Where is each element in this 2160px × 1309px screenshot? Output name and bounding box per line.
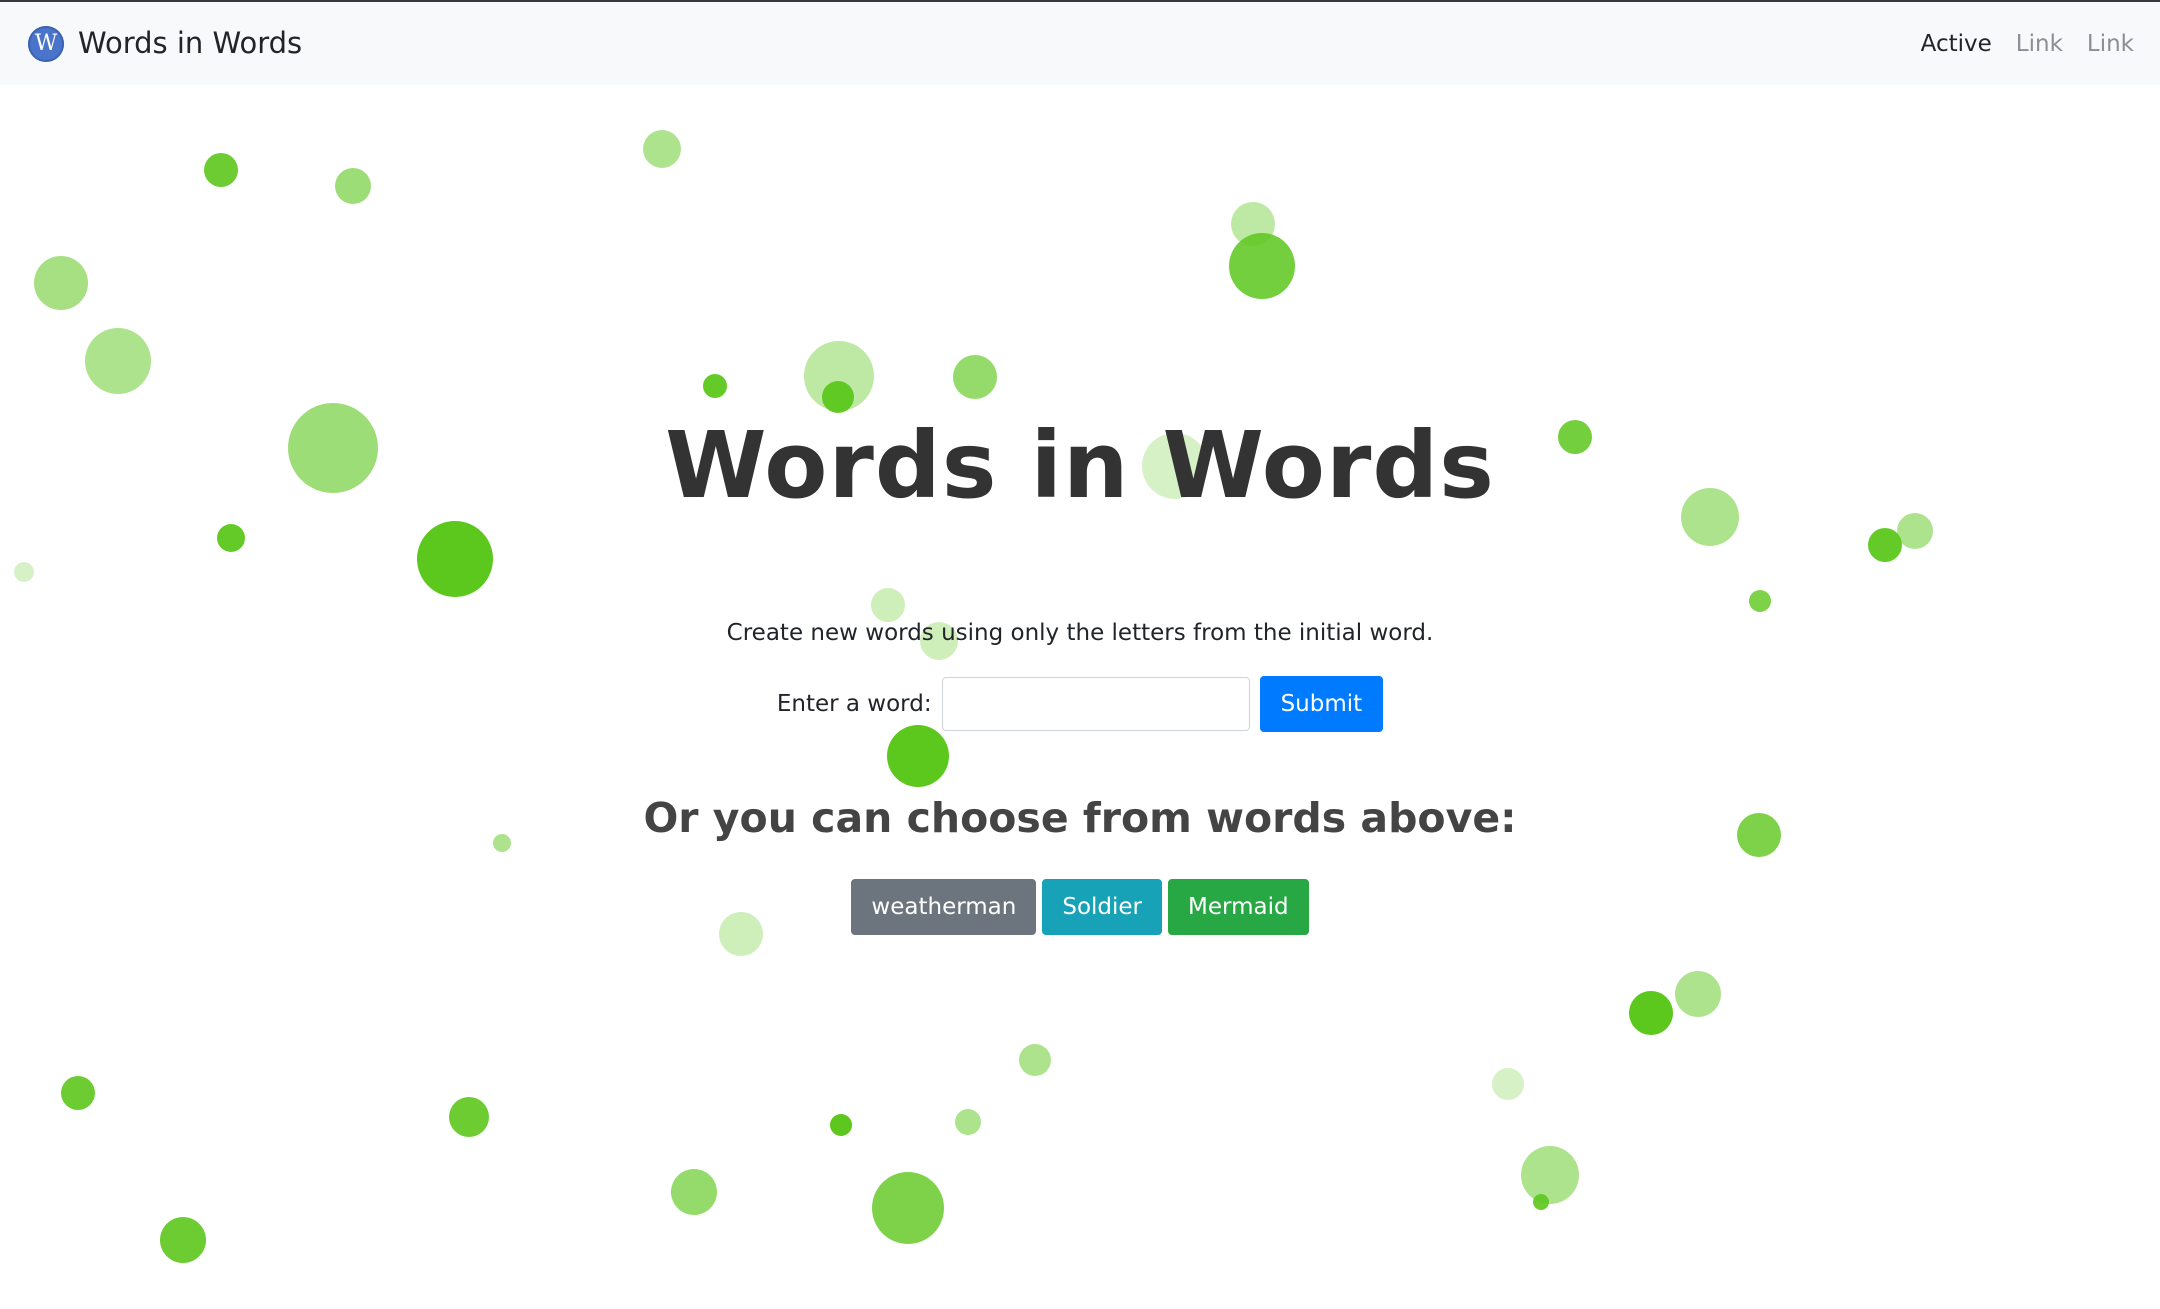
main-content: Words in Words Create new words using on… xyxy=(0,0,2160,1309)
brand-name: Words in Words xyxy=(78,26,303,60)
nav-link-1[interactable]: Link xyxy=(2016,31,2063,57)
word-choices: weatherman Soldier Mermaid xyxy=(0,879,2160,935)
choose-heading: Or you can choose from words above: xyxy=(643,794,1517,842)
word-form: Enter a word: Submit xyxy=(0,675,2160,733)
choice-button-weatherman[interactable]: weatherman xyxy=(851,879,1037,935)
nav-link-active[interactable]: Active xyxy=(1921,31,1992,57)
choice-button-mermaid[interactable]: Mermaid xyxy=(1168,879,1309,935)
navbar: W Words in Words Active Link Link xyxy=(0,2,2160,85)
page-title: Words in Words xyxy=(665,412,1495,519)
nav-link-2[interactable]: Link xyxy=(2087,31,2134,57)
brand-logo-icon: W xyxy=(28,25,64,62)
word-input-label: Enter a word: xyxy=(776,691,932,717)
submit-button[interactable]: Submit xyxy=(1259,676,1384,732)
navbar-brand[interactable]: W Words in Words xyxy=(28,2,302,85)
instructions-text: Create new words using only the letters … xyxy=(726,620,1434,646)
word-input[interactable] xyxy=(941,677,1250,731)
choice-button-soldier[interactable]: Soldier xyxy=(1042,879,1163,935)
nav-links: Active Link Link xyxy=(1921,2,2134,85)
